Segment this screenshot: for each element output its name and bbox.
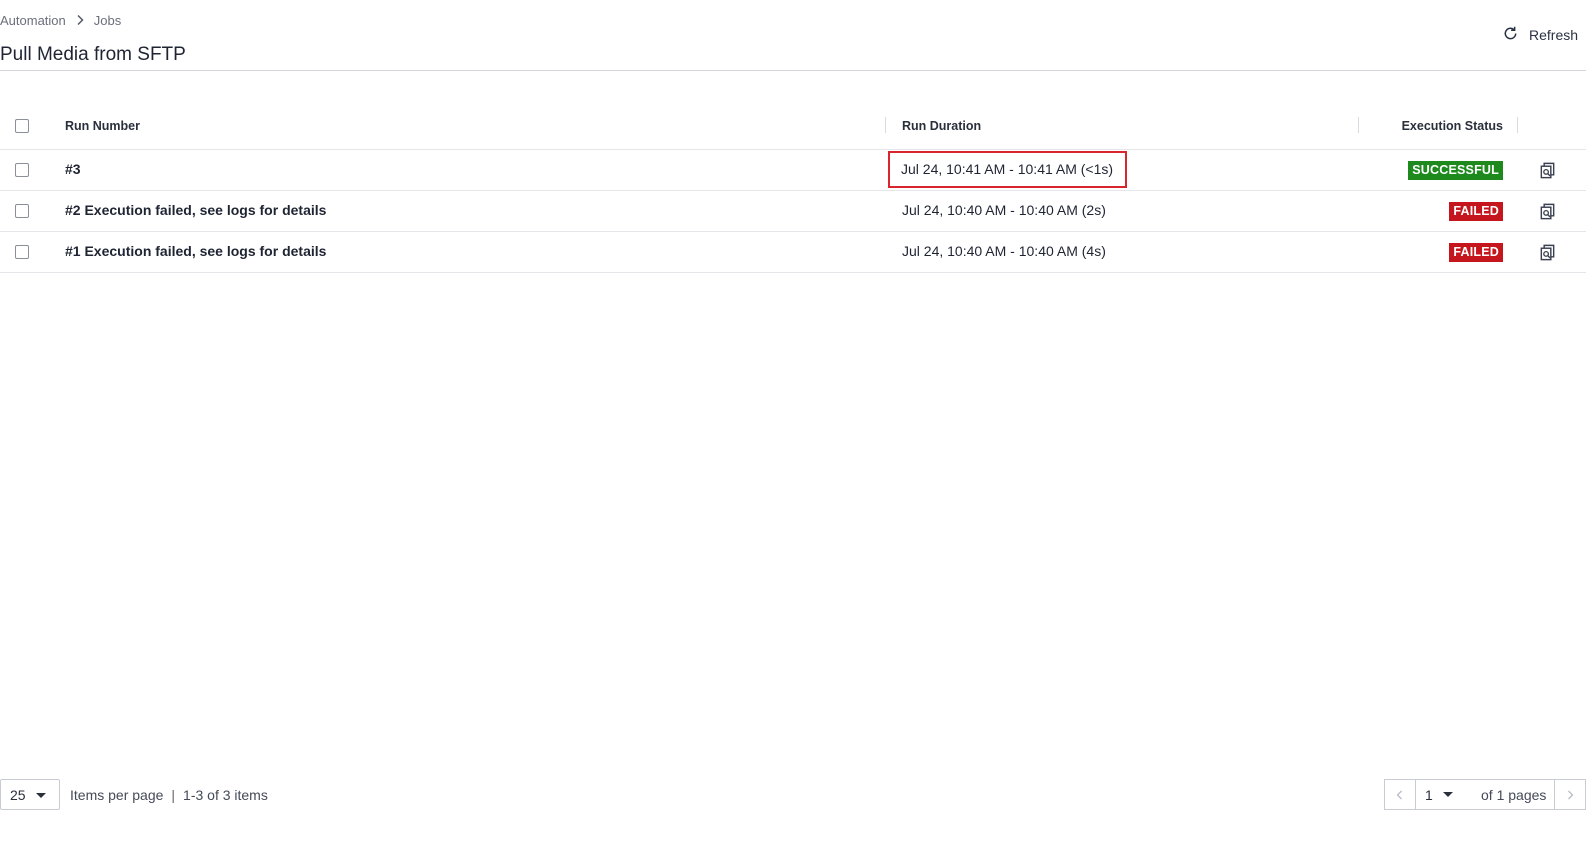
total-pages: of 1 pages [1481, 786, 1547, 803]
run-number[interactable]: #3 [65, 161, 81, 177]
table-row[interactable]: #2 Execution failed, see logs for detail… [0, 191, 1586, 232]
refresh-button[interactable]: Refresh [1502, 24, 1578, 46]
row-checkbox[interactable] [15, 163, 29, 177]
chevron-left-icon[interactable] [1385, 780, 1415, 809]
run-duration: Jul 24, 10:41 AM - 10:41 AM (<1s) [887, 151, 1128, 188]
refresh-icon [1502, 25, 1529, 45]
column-resize-handle[interactable] [1358, 117, 1359, 133]
run-duration: Jul 24, 10:40 AM - 10:40 AM (4s) [902, 243, 1106, 259]
header-execution-status[interactable]: Execution Status [1402, 119, 1503, 133]
run-number[interactable]: #1 Execution failed, see logs for detail… [65, 243, 326, 259]
header-run-duration[interactable]: Run Duration [902, 119, 981, 133]
title-divider [0, 70, 1586, 71]
items-per-page-value: 25 [10, 786, 26, 803]
run-number[interactable]: #2 Execution failed, see logs for detail… [65, 202, 326, 218]
column-resize-handle[interactable] [1517, 117, 1518, 133]
view-logs-icon[interactable] [1538, 161, 1557, 180]
view-logs-icon[interactable] [1538, 202, 1557, 221]
run-duration: Jul 24, 10:40 AM - 10:40 AM (2s) [902, 202, 1106, 218]
row-checkbox[interactable] [15, 245, 29, 259]
table-row[interactable]: #1 Execution failed, see logs for detail… [0, 232, 1586, 273]
caret-down-icon [1443, 792, 1453, 797]
items-per-page-label: Items per page [70, 786, 164, 803]
pagination-summary: 25 Items per page | 1-3 of 3 items [0, 779, 268, 810]
status-badge: FAILED [1449, 243, 1503, 262]
breadcrumb-current: Jobs [93, 12, 122, 28]
page-title: Pull Media from SFTP [0, 44, 186, 65]
caret-down-icon [36, 793, 46, 798]
runs-table: Run Number Run Duration Execution Status… [0, 103, 1586, 273]
items-range: 1-3 of 3 items [183, 786, 268, 803]
status-badge: SUCCESSFUL [1408, 161, 1503, 180]
separator: | [171, 786, 176, 803]
breadcrumb: Automation Jobs [0, 12, 121, 28]
chevron-right-icon [72, 12, 88, 28]
page-number-select[interactable]: 1 [1415, 780, 1465, 809]
breadcrumb-automation-link[interactable]: Automation [0, 13, 66, 28]
header-run-number[interactable]: Run Number [65, 119, 140, 133]
pagination-control: 1 of 1 pages [1384, 779, 1586, 810]
view-logs-icon[interactable] [1538, 243, 1557, 262]
current-page: 1 [1425, 786, 1433, 803]
chevron-right-icon[interactable] [1554, 780, 1585, 809]
items-per-page-select[interactable]: 25 [0, 779, 60, 810]
column-resize-handle[interactable] [885, 117, 886, 133]
status-badge: FAILED [1449, 202, 1503, 221]
refresh-label: Refresh [1529, 27, 1579, 43]
table-row[interactable]: #3 Jul 24, 10:41 AM - 10:41 AM (<1s) SUC… [0, 150, 1586, 191]
row-checkbox[interactable] [15, 204, 29, 218]
items-info: Items per page | 1-3 of 3 items [70, 787, 268, 803]
table-header: Run Number Run Duration Execution Status [0, 103, 1586, 150]
select-all-checkbox[interactable] [15, 119, 29, 133]
